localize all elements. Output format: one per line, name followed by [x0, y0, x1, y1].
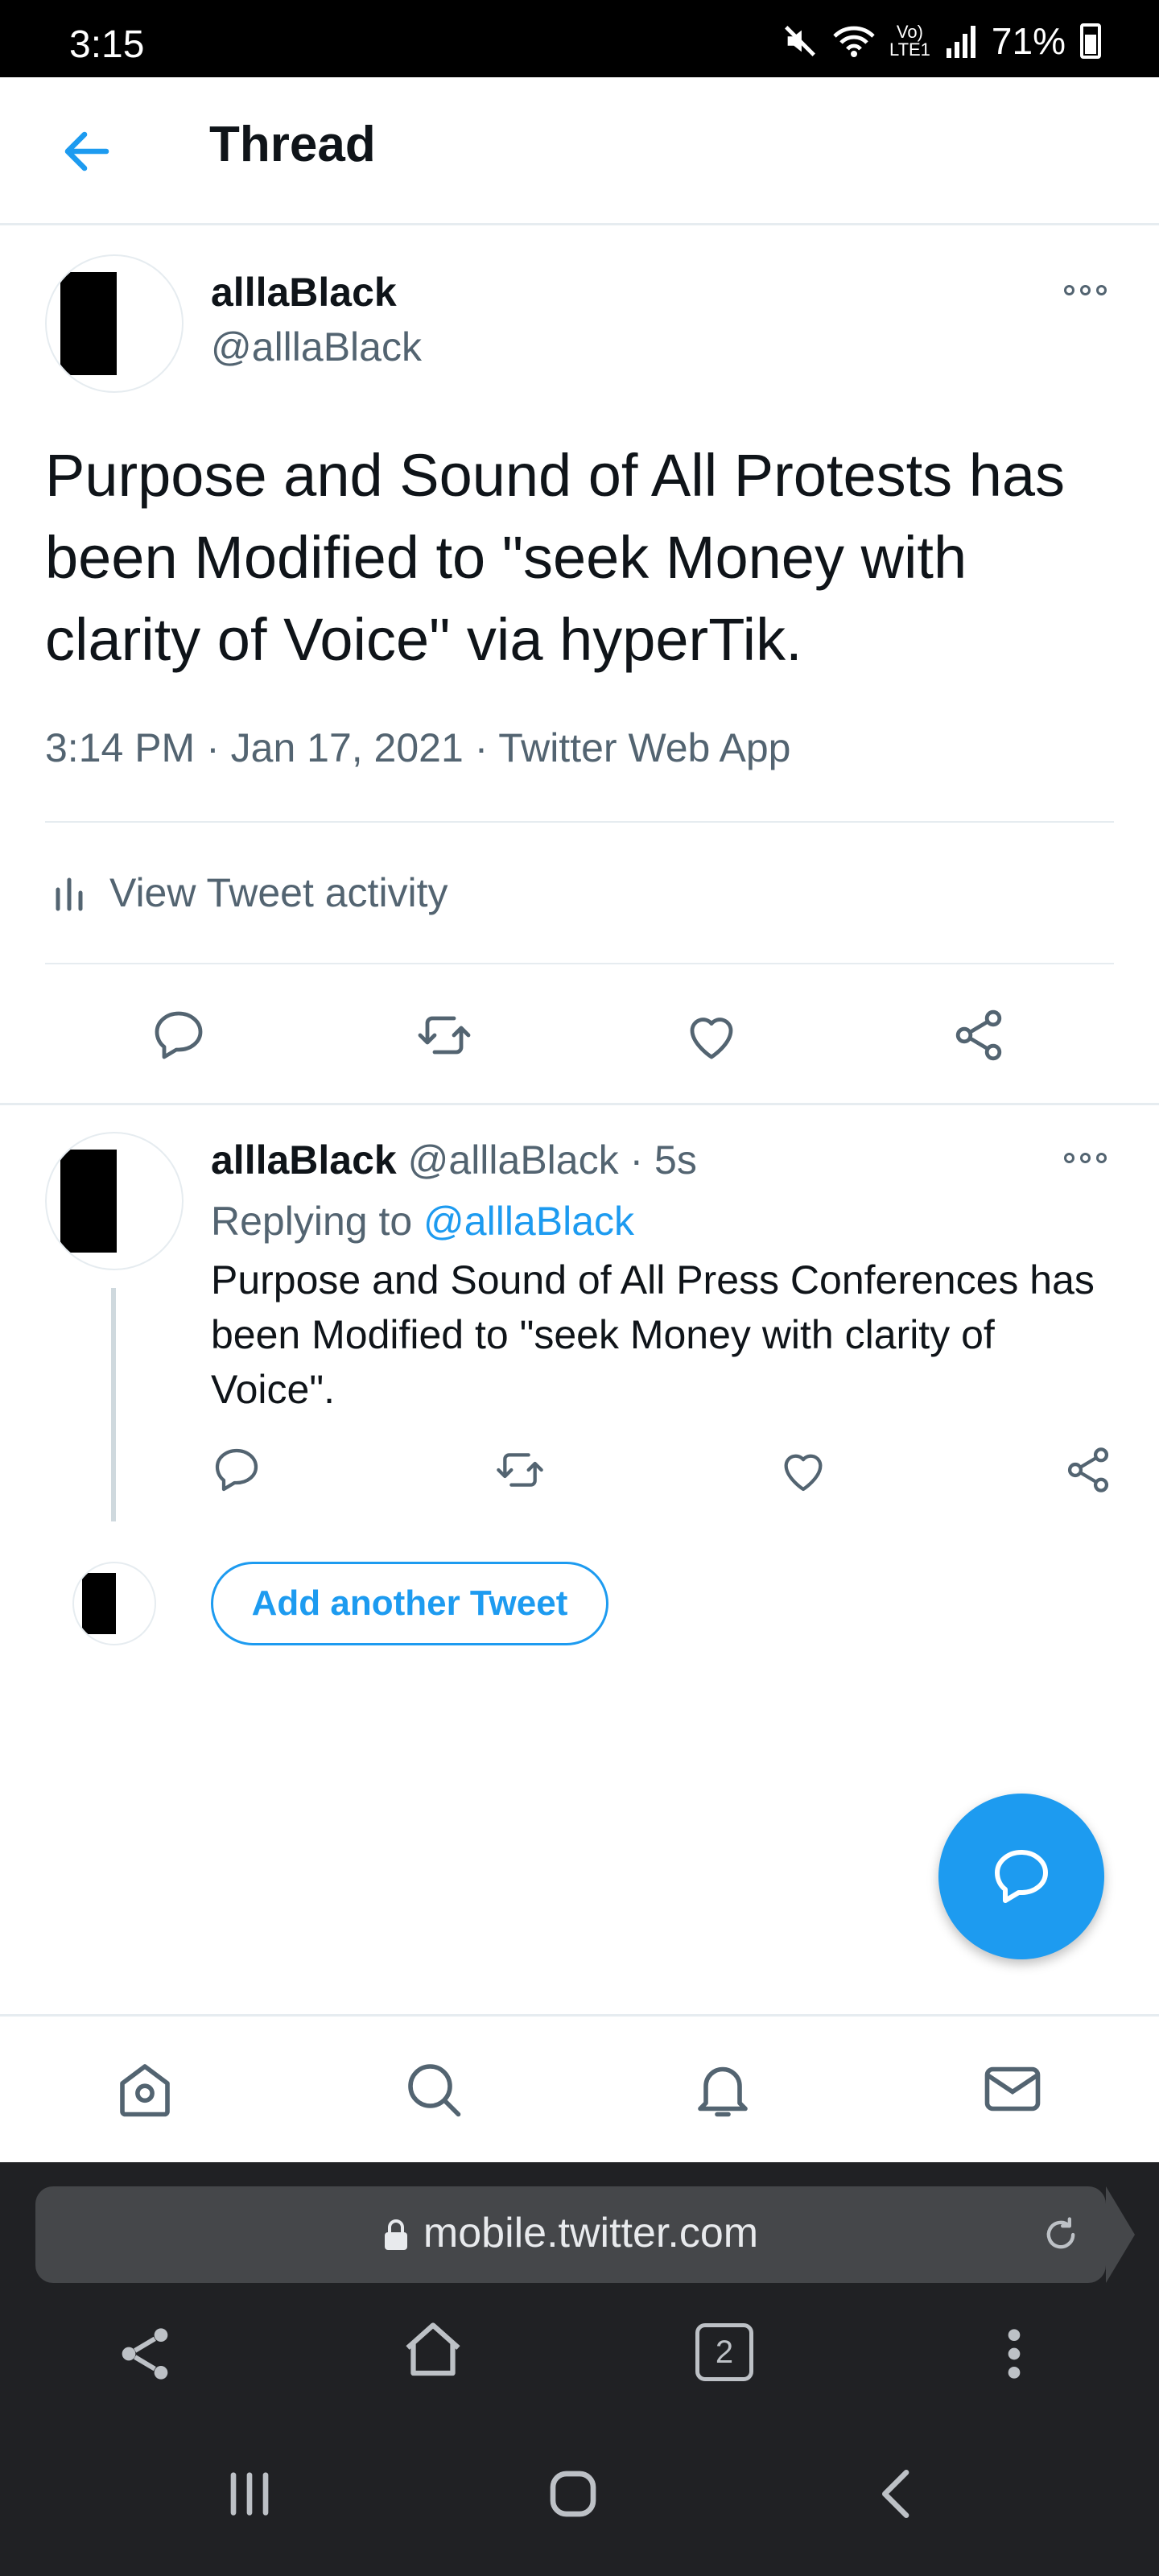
- main-tweet-author-handle[interactable]: @alllaBlack: [211, 324, 422, 370]
- browser-home-icon[interactable]: [399, 2317, 467, 2384]
- replying-to-label: Replying to: [211, 1199, 424, 1244]
- like-icon[interactable]: [777, 1444, 829, 1496]
- more-options-icon[interactable]: [1064, 285, 1107, 295]
- lock-icon: [383, 2219, 409, 2252]
- reply-tweet-time: · 5s: [629, 1137, 697, 1183]
- reply-tweet-author-handle[interactable]: @alllaBlack: [408, 1137, 619, 1183]
- more-options-icon[interactable]: [1064, 1153, 1107, 1163]
- wifi-icon: [833, 23, 875, 60]
- home-button-icon[interactable]: [541, 2462, 605, 2526]
- search-icon[interactable]: [399, 2055, 467, 2123]
- bottom-navigation: [0, 2014, 1159, 2162]
- messages-mail-icon[interactable]: [979, 2055, 1046, 2123]
- thread-connector-line: [111, 1288, 116, 1521]
- add-another-tweet-button[interactable]: Add another Tweet: [211, 1562, 608, 1645]
- view-tweet-activity-label: View Tweet activity: [109, 870, 448, 915]
- signal-icon: [945, 24, 977, 58]
- address-bar-url: mobile.twitter.com: [35, 2209, 1106, 2257]
- avatar: [72, 1562, 156, 1645]
- avatar[interactable]: [45, 1132, 184, 1270]
- browser-menu-icon[interactable]: [995, 2322, 1033, 2386]
- battery-icon: [1080, 23, 1101, 59]
- notifications-bell-icon[interactable]: [689, 2055, 757, 2123]
- share-icon[interactable]: [950, 1006, 1008, 1064]
- main-tweet-text: Purpose and Sound of All Protests has be…: [45, 442, 1066, 673]
- system-back-icon[interactable]: [866, 2462, 930, 2526]
- retweet-icon[interactable]: [493, 1444, 547, 1496]
- status-time: 3:15: [69, 23, 145, 66]
- main-tweet-author-name[interactable]: alllaBlack: [211, 269, 397, 316]
- divider: [45, 963, 1114, 964]
- status-bar: 3:15 Vo) LTE1 71%: [0, 0, 1159, 77]
- address-bar[interactable]: mobile.twitter.com: [35, 2186, 1135, 2283]
- tabs-button[interactable]: 2: [695, 2323, 753, 2381]
- main-tweet-meta: 3:14 PM · Jan 17, 2021 · Twitter Web App: [45, 725, 791, 770]
- header: Thread: [0, 77, 1159, 225]
- reply-icon: [989, 1844, 1054, 1909]
- url-text: mobile.twitter.com: [423, 2210, 759, 2256]
- browser-chrome: mobile.twitter.com 2: [0, 2162, 1159, 2576]
- retweet-icon[interactable]: [414, 1006, 475, 1064]
- divider: [0, 1103, 1159, 1105]
- recent-apps-icon[interactable]: [217, 2462, 282, 2526]
- divider: [45, 821, 1114, 823]
- back-arrow-icon[interactable]: [58, 122, 116, 180]
- mute-icon: [782, 23, 819, 60]
- battery-percent: 71%: [991, 20, 1066, 62]
- reply-icon[interactable]: [211, 1444, 262, 1496]
- replying-to: Replying to @alllaBlack: [211, 1198, 634, 1245]
- refresh-icon[interactable]: [1040, 2214, 1082, 2256]
- like-icon[interactable]: [683, 1006, 740, 1064]
- replying-to-handle-link[interactable]: @alllaBlack: [423, 1199, 634, 1244]
- reply-icon[interactable]: [150, 1006, 208, 1064]
- reply-tweet-text: Purpose and Sound of All Press Conferenc…: [211, 1257, 1095, 1412]
- reply-tweet-header: alllaBlack @alllaBlack · 5s: [211, 1137, 697, 1183]
- analytics-icon: [53, 873, 85, 912]
- avatar[interactable]: [45, 254, 184, 393]
- lte-icon: Vo) LTE1: [889, 22, 930, 60]
- view-tweet-activity[interactable]: View Tweet activity: [53, 869, 448, 916]
- page-title: Thread: [209, 117, 376, 172]
- reply-tweet-author-name[interactable]: alllaBlack: [211, 1137, 397, 1183]
- browser-share-icon[interactable]: [113, 2322, 177, 2386]
- home-icon[interactable]: [111, 2055, 179, 2123]
- share-icon[interactable]: [1062, 1444, 1114, 1496]
- compose-reply-button[interactable]: [938, 1794, 1104, 1959]
